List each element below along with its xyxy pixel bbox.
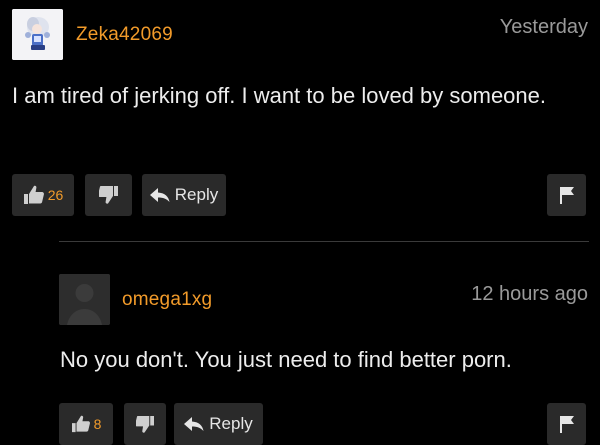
- avatar[interactable]: [12, 9, 63, 60]
- reply-label: Reply: [174, 185, 219, 204]
- thumbs-up-icon: [23, 185, 44, 204]
- upvote-count: 8: [93, 416, 102, 432]
- thumbs-down-icon: [135, 415, 154, 433]
- reply-button[interactable]: Reply: [174, 403, 263, 445]
- thumbs-down-icon: [98, 186, 118, 204]
- thumbs-up-icon: [71, 415, 90, 433]
- username[interactable]: omega1xg: [122, 289, 212, 311]
- comment-text: No you don't. You just need to find bett…: [60, 347, 512, 372]
- upvote-count: 26: [47, 187, 64, 203]
- comment-text: I am tired of jerking off. I want to be …: [12, 83, 546, 108]
- avatar[interactable]: [59, 274, 110, 325]
- flag-button[interactable]: [547, 403, 586, 445]
- flag-button[interactable]: [547, 174, 586, 216]
- downvote-button[interactable]: [124, 403, 166, 445]
- flag-icon: [559, 187, 574, 204]
- timestamp: Yesterday: [499, 16, 588, 38]
- upvote-button[interactable]: 26: [12, 174, 74, 216]
- reply-button[interactable]: Reply: [142, 174, 226, 216]
- reply-arrow-icon: [184, 417, 204, 431]
- upvote-button[interactable]: 8: [59, 403, 113, 445]
- username[interactable]: Zeka42069: [76, 24, 173, 46]
- reply-label: Reply: [209, 414, 253, 433]
- timestamp: 12 hours ago: [471, 283, 588, 305]
- avatar-anime-figure-icon: [12, 9, 63, 60]
- downvote-button[interactable]: [85, 174, 132, 216]
- reply-divider: [59, 241, 589, 242]
- default-avatar-icon: [59, 274, 110, 325]
- reply-arrow-icon: [149, 188, 170, 202]
- flag-icon: [559, 416, 574, 433]
